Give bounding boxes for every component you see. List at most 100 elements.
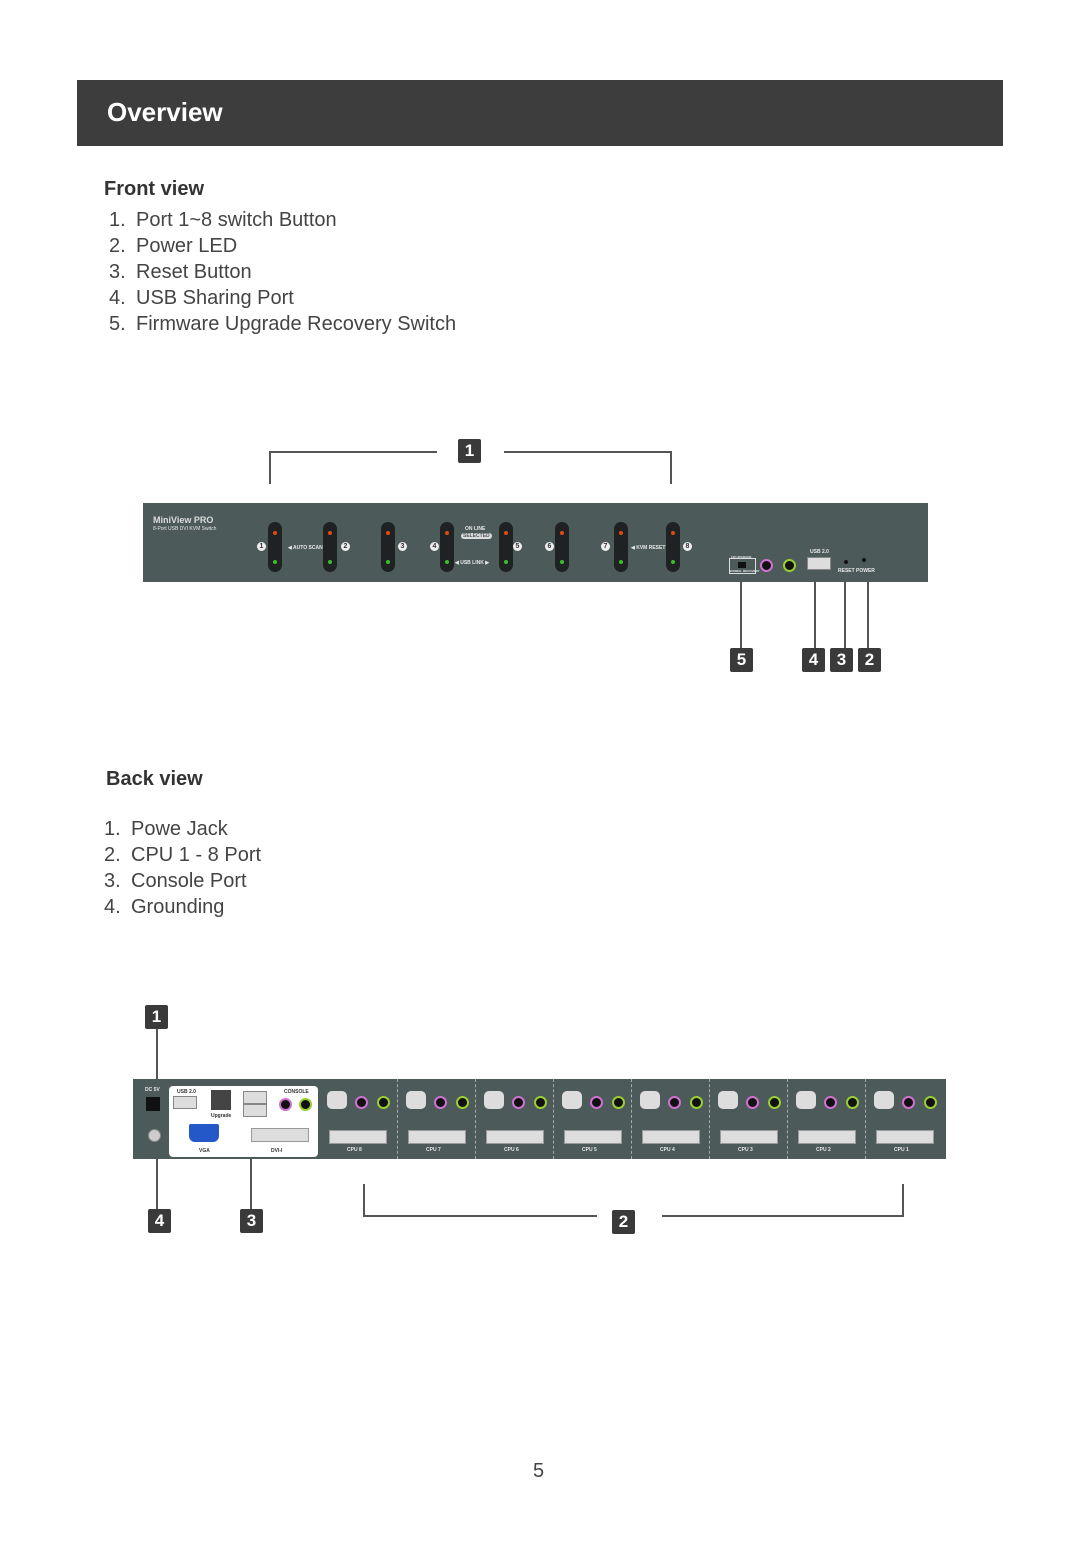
cpu-port-section: CPU 5 bbox=[553, 1079, 632, 1159]
reset-button[interactable] bbox=[844, 560, 848, 564]
cpu-dvi-port[interactable] bbox=[329, 1130, 387, 1144]
cpu-usb-port[interactable] bbox=[562, 1091, 582, 1109]
online-led bbox=[671, 531, 675, 535]
console-port-block: USB 2.0 Upgrade CONSOLE VGA DVI-I bbox=[169, 1086, 318, 1157]
cpu-usb-port[interactable] bbox=[640, 1091, 660, 1109]
cpu-port-section: CPU 4 bbox=[631, 1079, 710, 1159]
item-number: 2. bbox=[104, 844, 121, 866]
usb-link-led bbox=[328, 560, 332, 564]
cpu-speaker-jack[interactable] bbox=[534, 1096, 547, 1109]
cpu-speaker-jack[interactable] bbox=[768, 1096, 781, 1109]
bracket-line bbox=[363, 1184, 365, 1217]
online-led bbox=[386, 531, 390, 535]
usb-link-led bbox=[560, 560, 564, 564]
item-number: 3. bbox=[104, 870, 121, 892]
port-switch-button-6[interactable] bbox=[555, 522, 569, 572]
cpu-speaker-jack[interactable] bbox=[846, 1096, 859, 1109]
front-view-title: Front view bbox=[104, 178, 205, 200]
callout-line bbox=[844, 582, 846, 648]
cpu-dvi-port[interactable] bbox=[408, 1130, 466, 1144]
port-switch-button-7[interactable] bbox=[614, 522, 628, 572]
console-mic-jack[interactable] bbox=[279, 1098, 292, 1111]
usb-link-label: ◀ USB LINK ▶ bbox=[455, 560, 490, 566]
cpu-usb-port[interactable] bbox=[796, 1091, 816, 1109]
callout-line bbox=[156, 1029, 158, 1080]
cpu-label: CPU 6 bbox=[504, 1147, 519, 1153]
usb-sharing-port[interactable] bbox=[807, 557, 831, 570]
callout-2: 2 bbox=[612, 1210, 635, 1234]
mic-jack[interactable] bbox=[760, 559, 773, 572]
bracket-line bbox=[269, 451, 271, 484]
cpu-label: CPU 2 bbox=[816, 1147, 831, 1153]
cpu-speaker-jack[interactable] bbox=[456, 1096, 469, 1109]
cpu-mic-jack[interactable] bbox=[590, 1096, 603, 1109]
port-switch-button-2[interactable] bbox=[323, 522, 337, 572]
cpu-dvi-port[interactable] bbox=[642, 1130, 700, 1144]
power-jack[interactable] bbox=[146, 1097, 160, 1111]
callout-line bbox=[867, 582, 869, 648]
cpu-dvi-port[interactable] bbox=[720, 1130, 778, 1144]
console-label: CONSOLE bbox=[284, 1089, 309, 1095]
port-switch-button-1[interactable] bbox=[268, 522, 282, 572]
usb-link-led bbox=[386, 560, 390, 564]
console-usb-port[interactable] bbox=[243, 1104, 267, 1117]
normal-recovery-label: NORMAL RECOVERY bbox=[729, 569, 760, 573]
cpu-speaker-jack[interactable] bbox=[377, 1096, 390, 1109]
cpu-usb-port[interactable] bbox=[718, 1091, 738, 1109]
cpu-mic-jack[interactable] bbox=[355, 1096, 368, 1109]
callout-3: 3 bbox=[830, 648, 853, 672]
list-item: 1. Powe Jack bbox=[104, 816, 261, 842]
online-led bbox=[273, 531, 277, 535]
cpu-speaker-jack[interactable] bbox=[612, 1096, 625, 1109]
cpu-usb-port[interactable] bbox=[406, 1091, 426, 1109]
cpu-dvi-port[interactable] bbox=[798, 1130, 856, 1144]
speaker-jack[interactable] bbox=[783, 559, 796, 572]
item-number: 1. bbox=[109, 209, 126, 231]
cpu-usb-port[interactable] bbox=[327, 1091, 347, 1109]
cpu-label: CPU 4 bbox=[660, 1147, 675, 1153]
page-number: 5 bbox=[533, 1460, 545, 1482]
selected-label: SELECTED bbox=[461, 533, 492, 539]
vga-port[interactable] bbox=[189, 1124, 219, 1142]
cpu-dvi-port[interactable] bbox=[876, 1130, 934, 1144]
cpu-label: CPU 5 bbox=[582, 1147, 597, 1153]
callout-1: 1 bbox=[145, 1005, 168, 1029]
cpu-mic-jack[interactable] bbox=[824, 1096, 837, 1109]
page-title: Overview bbox=[107, 97, 223, 127]
cpu-usb-port[interactable] bbox=[874, 1091, 894, 1109]
online-led bbox=[504, 531, 508, 535]
list-item: 4. Grounding bbox=[104, 894, 261, 920]
cpu-mic-jack[interactable] bbox=[746, 1096, 759, 1109]
cpu-dvi-port[interactable] bbox=[486, 1130, 544, 1144]
brand-logo: MiniView PRO bbox=[153, 515, 214, 525]
back-view-title: Back view bbox=[106, 768, 203, 790]
cpu-port-section: CPU 1 bbox=[865, 1079, 944, 1159]
usb-link-led bbox=[445, 560, 449, 564]
console-usb-port[interactable] bbox=[173, 1096, 197, 1109]
list-item: 3. Console Port bbox=[104, 868, 261, 894]
item-label: Firmware Upgrade Recovery Switch bbox=[136, 313, 457, 335]
port-switch-button-4[interactable] bbox=[440, 522, 454, 572]
console-usb-port[interactable] bbox=[243, 1091, 267, 1104]
port-switch-button-5[interactable] bbox=[499, 522, 513, 572]
cpu-mic-jack[interactable] bbox=[668, 1096, 681, 1109]
cpu-mic-jack[interactable] bbox=[434, 1096, 447, 1109]
port-number: 4 bbox=[430, 542, 439, 551]
port-switch-button-8[interactable] bbox=[666, 522, 680, 572]
item-label: USB Sharing Port bbox=[136, 287, 294, 309]
cpu-port-section: CPU 6 bbox=[475, 1079, 554, 1159]
console-speaker-jack[interactable] bbox=[299, 1098, 312, 1111]
upgrade-port[interactable] bbox=[211, 1090, 231, 1110]
cpu-dvi-port[interactable] bbox=[564, 1130, 622, 1144]
cpu-speaker-jack[interactable] bbox=[690, 1096, 703, 1109]
cpu-speaker-jack[interactable] bbox=[924, 1096, 937, 1109]
section-header: Overview bbox=[77, 80, 1003, 146]
auto-scan-label: ◀ AUTO SCAN ▶ bbox=[288, 545, 328, 551]
console-dvi-port[interactable] bbox=[251, 1128, 309, 1142]
cpu-mic-jack[interactable] bbox=[512, 1096, 525, 1109]
cpu-mic-jack[interactable] bbox=[902, 1096, 915, 1109]
cpu-usb-port[interactable] bbox=[484, 1091, 504, 1109]
list-item: 2. Power LED bbox=[109, 233, 456, 259]
port-switch-button-3[interactable] bbox=[381, 522, 395, 572]
callout-line bbox=[250, 1159, 252, 1209]
